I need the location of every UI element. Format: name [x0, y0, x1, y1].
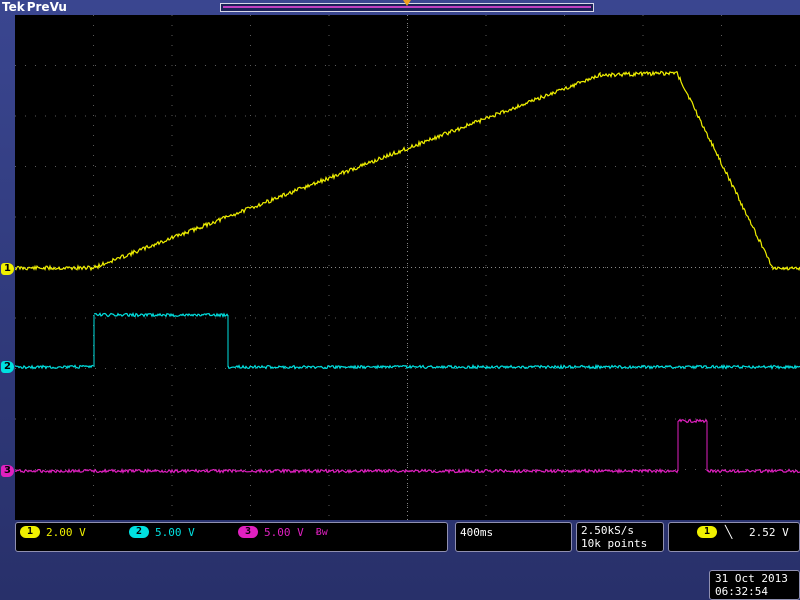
ch3-scale: 5.00 V: [264, 525, 304, 539]
ch1-readout[interactable]: 1 2.00 V: [20, 525, 86, 539]
record-length: 10k points: [581, 537, 648, 550]
ch1-scale: 2.00 V: [46, 525, 86, 539]
trigger-source-chip: 1: [697, 526, 717, 538]
ch3-waveform-tail: [706, 468, 800, 474]
ch1-waveform: [15, 70, 800, 272]
bw-limit-icon: Ƀw: [315, 526, 328, 538]
waveform-display: [15, 15, 800, 520]
trigger-level: 2.52 V: [749, 526, 789, 539]
ch2-chip: 2: [129, 526, 149, 538]
record-view-window: [223, 6, 591, 8]
ch3-pulse-top: [677, 418, 708, 424]
ch2-waveform-tail: [227, 363, 800, 371]
ch3-ground-marker[interactable]: 3: [1, 465, 14, 477]
brand-label: Tek PreVu: [2, 0, 67, 14]
timebase-value: 400ms: [460, 526, 494, 539]
ch3-chip: 3: [238, 526, 258, 538]
ch2-scale: 5.00 V: [155, 525, 195, 539]
channel-scale-readout[interactable]: 1 2.00 V 2 5.00 V 3 5.00 V Ƀw: [15, 522, 448, 552]
acquisition-mode: PreVu: [26, 0, 67, 14]
ch3-marker-label: 3: [4, 465, 11, 476]
trigger-readout[interactable]: 1 ╲ 2.52 V: [668, 522, 800, 552]
ch1-marker-label: 1: [4, 263, 11, 274]
falling-edge-icon: ╲: [725, 525, 733, 539]
ch2-ground-marker[interactable]: 2: [1, 361, 14, 373]
oscilloscope-screen: Tek PreVu 1 2 3 1 2.00 V 2 5.00 V 3 5.00 V Ƀw…: [0, 0, 800, 600]
ch2-pulse-top: [94, 312, 229, 318]
ch2-waveform-segment: [15, 364, 94, 370]
ch3-readout[interactable]: 3 5.00 V Ƀw: [238, 525, 328, 539]
trigger-position-icon: [403, 0, 411, 6]
ch1-ground-marker[interactable]: 1: [1, 263, 14, 275]
sample-rate: 2.50kS/s: [581, 524, 634, 537]
brand-name: Tek: [2, 0, 25, 14]
date-time-readout: 31 Oct 2013 06:32:54: [709, 570, 800, 600]
timebase-readout[interactable]: 400ms: [455, 522, 572, 552]
sampling-readout[interactable]: 2.50kS/s 10k points: [576, 522, 664, 552]
waveform-graticule: [15, 15, 800, 520]
time: 06:32:54: [715, 585, 768, 598]
ch1-chip: 1: [20, 526, 40, 538]
ch2-marker-label: 2: [4, 361, 11, 372]
ch3-waveform-segment: [15, 467, 679, 475]
date: 31 Oct 2013: [715, 572, 788, 585]
ch2-readout[interactable]: 2 5.00 V: [129, 525, 195, 539]
